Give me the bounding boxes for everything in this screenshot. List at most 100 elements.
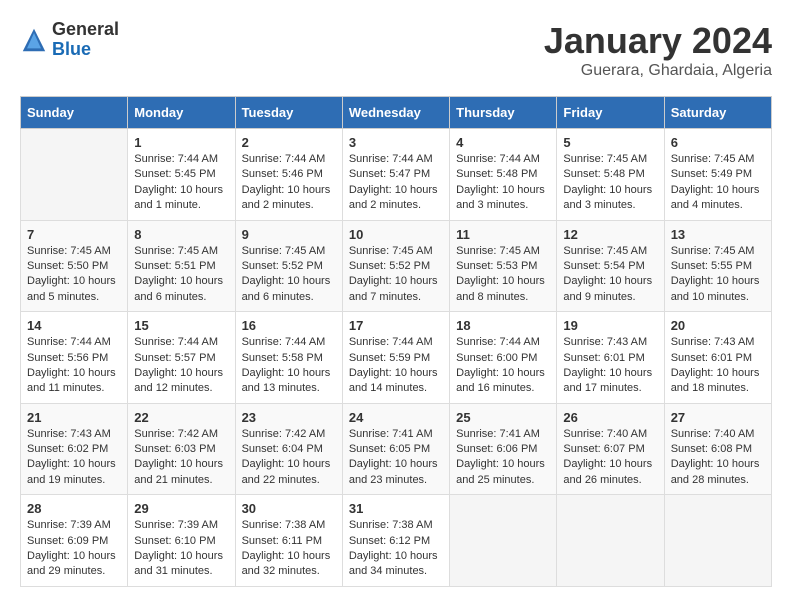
day-info: Sunrise: 7:44 AMSunset: 5:57 PMDaylight:… (134, 335, 228, 397)
day-number: 6 (671, 135, 765, 150)
calendar-week-1: 1Sunrise: 7:44 AMSunset: 5:45 PMDaylight… (21, 129, 772, 221)
day-number: 16 (242, 318, 336, 333)
calendar-cell: 4Sunrise: 7:44 AMSunset: 5:48 PMDaylight… (450, 129, 557, 221)
sunrise-text: Sunrise: 7:45 AM (563, 153, 647, 165)
daylight-text: Daylight: 10 hours and 28 minutes. (671, 458, 760, 485)
day-number: 26 (563, 410, 657, 425)
day-number: 7 (27, 227, 121, 242)
col-header-thursday: Thursday (450, 97, 557, 129)
sunrise-text: Sunrise: 7:45 AM (134, 245, 218, 257)
sunset-text: Sunset: 6:00 PM (456, 352, 537, 364)
day-info: Sunrise: 7:44 AMSunset: 5:56 PMDaylight:… (27, 335, 121, 397)
col-header-tuesday: Tuesday (235, 97, 342, 129)
day-info: Sunrise: 7:45 AM Sunset: 5:53 PM Daylight:… (456, 244, 550, 306)
sunset-text: Sunset: 6:07 PM (563, 443, 644, 455)
sunrise-text: Sunrise: 7:45 AM (456, 245, 540, 257)
calendar-cell: 14Sunrise: 7:44 AMSunset: 5:56 PMDayligh… (21, 312, 128, 404)
daylight-text: Daylight: 10 hours and 18 minutes. (671, 367, 760, 394)
sunset-text: Sunset: 6:06 PM (456, 443, 537, 455)
sunset-text: Sunset: 5:58 PM (242, 352, 323, 364)
calendar-cell: 12Sunrise: 7:45 AMSunset: 5:54 PMDayligh… (557, 220, 664, 312)
calendar-cell (664, 495, 771, 587)
col-header-wednesday: Wednesday (342, 97, 449, 129)
sunrise-text: Sunrise: 7:43 AM (671, 336, 755, 348)
day-number: 10 (349, 227, 443, 242)
day-number: 18 (456, 318, 550, 333)
logo-icon (20, 26, 48, 54)
calendar-week-5: 28Sunrise: 7:39 AMSunset: 6:09 PMDayligh… (21, 495, 772, 587)
daylight-text: Daylight: 10 hours and 3 minutes. (563, 184, 652, 211)
sunset-text: Sunset: 6:12 PM (349, 535, 430, 547)
calendar-cell: 16 Sunrise: 7:44 AMSunset: 5:58 PMDayligh… (235, 312, 342, 404)
calendar-cell: 25Sunrise: 7:41 AMSunset: 6:06 PMDayligh… (450, 403, 557, 495)
location: Guerara, Ghardaia, Algeria (544, 62, 772, 80)
day-info: Sunrise: 7:42 AM Sunset: 6:03 PM Daylight:… (134, 427, 228, 489)
day-info: Sunrise: 7:44 AMSunset: 6:00 PMDaylight:… (456, 335, 550, 397)
day-number: 25 (456, 410, 550, 425)
day-info: Sunrise: 7:43 AMSunset: 6:02 PMDaylight:… (27, 427, 121, 489)
day-info: Sunrise: 7:45 AMSunset: 5:50 PMDaylight:… (27, 244, 121, 306)
daylight-text: Daylight: 10 hours and 16 minutes. (456, 367, 545, 394)
daylight-text: Daylight: 10 hours and 6 minutes. (242, 275, 331, 302)
sunset-text: Sunset: 5:53 PM (456, 260, 537, 272)
calendar-cell: 22Sunrise: 7:42 AMSunset: 6:03 PMDayligh… (128, 403, 235, 495)
sunrise-text: Sunrise: 7:42 AM (242, 428, 326, 440)
calendar-cell: 26 Sunrise: 7:40 AMSunset: 6:07 PMDayligh… (557, 403, 664, 495)
day-info: Sunrise: 7:39 AMSunset: 6:10 PMDaylight:… (134, 518, 228, 580)
day-info: Sunrise: 7:45 AMSunset: 5:52 PMDaylight:… (242, 244, 336, 306)
sunrise-text: Sunrise: 7:39 AM (134, 519, 218, 531)
sunrise-text: Sunrise: 7:38 AM (349, 519, 433, 531)
logo-general: General (52, 20, 119, 40)
logo-text: General Blue (52, 20, 119, 60)
calendar-cell (450, 495, 557, 587)
calendar-cell: 10 Sunrise: 7:45 AMSunset: 5:52 PMDayligh… (342, 220, 449, 312)
day-number: 17 (349, 318, 443, 333)
day-info: Sunrise: 7:44 AMSunset: 5:46 PMDaylight:… (242, 152, 336, 214)
sunrise-text: Sunrise: 7:42 AM (134, 428, 218, 440)
day-info: Sunrise: 7:45 AMSunset: 5:52 PMDaylight:… (349, 244, 443, 306)
sunrise-text: Sunrise: 7:45 AM (242, 245, 326, 257)
sunset-text: Sunset: 6:03 PM (134, 443, 215, 455)
day-info: Sunrise: 7:42 AMSunset: 6:04 PMDaylight:… (242, 427, 336, 489)
daylight-text: Daylight: 10 hours and 29 minutes. (27, 550, 116, 577)
calendar-cell: 24Sunrise: 7:41 AMSunset: 6:05 PMDayligh… (342, 403, 449, 495)
day-info: Sunrise: 7:45 AMSunset: 5:54 PMDaylight:… (563, 244, 657, 306)
daylight-text: Daylight: 10 hours and 1 minute. (134, 184, 223, 211)
col-header-monday: Monday (128, 97, 235, 129)
daylight-text: Daylight: 10 hours and 12 minutes. (134, 367, 223, 394)
calendar-cell: 18 Sunrise: 7:44 AMSunset: 6:00 PMDayligh… (450, 312, 557, 404)
day-info: Sunrise: 7:44 AMSunset: 5:58 PMDaylight:… (242, 335, 336, 397)
day-info: Sunrise: 7:43 AMSunset: 6:01 PMDaylight:… (563, 335, 657, 397)
day-info: Sunrise: 7:40 AMSunset: 6:07 PMDaylight:… (563, 427, 657, 489)
sunset-text: Sunset: 5:57 PM (134, 352, 215, 364)
calendar-cell: 15Sunrise: 7:44 AMSunset: 5:57 PMDayligh… (128, 312, 235, 404)
sunset-text: Sunset: 6:08 PM (671, 443, 752, 455)
day-number: 30 (242, 501, 336, 516)
daylight-text: Daylight: 10 hours and 17 minutes. (563, 367, 652, 394)
daylight-text: Daylight: 10 hours and 8 minutes. (456, 275, 545, 302)
page-header: General Blue January 2024 Guerara, Ghard… (20, 20, 772, 80)
sunrise-text: Sunrise: 7:45 AM (671, 153, 755, 165)
day-number: 28 (27, 501, 121, 516)
daylight-text: Daylight: 10 hours and 13 minutes. (242, 367, 331, 394)
calendar-cell: 23Sunrise: 7:42 AMSunset: 6:04 PMDayligh… (235, 403, 342, 495)
daylight-text: Daylight: 10 hours and 31 minutes. (134, 550, 223, 577)
calendar-week-4: 21Sunrise: 7:43 AMSunset: 6:02 PMDayligh… (21, 403, 772, 495)
calendar-week-2: 7 Sunrise: 7:45 AMSunset: 5:50 PMDaylight… (21, 220, 772, 312)
sunrise-text: Sunrise: 7:45 AM (349, 245, 433, 257)
sunrise-text: Sunrise: 7:38 AM (242, 519, 326, 531)
calendar-cell: 28Sunrise: 7:39 AMSunset: 6:09 PMDayligh… (21, 495, 128, 587)
day-number: 8 (134, 227, 228, 242)
day-number: 5 (563, 135, 657, 150)
daylight-text: Daylight: 10 hours and 21 minutes. (134, 458, 223, 485)
day-info: Sunrise: 7:45 AMSunset: 5:48 PMDaylight:… (563, 152, 657, 214)
calendar-cell: 20Sunrise: 7:43 AMSunset: 6:01 PMDayligh… (664, 312, 771, 404)
calendar-cell: 3Sunrise: 7:44 AMSunset: 5:47 PMDaylight… (342, 129, 449, 221)
sunrise-text: Sunrise: 7:43 AM (27, 428, 111, 440)
col-header-saturday: Saturday (664, 97, 771, 129)
day-info: Sunrise: 7:44 AMSunset: 5:47 PMDaylight:… (349, 152, 443, 214)
day-number: 9 (242, 227, 336, 242)
sunrise-text: Sunrise: 7:41 AM (349, 428, 433, 440)
daylight-text: Daylight: 10 hours and 6 minutes. (134, 275, 223, 302)
sunset-text: Sunset: 5:51 PM (134, 260, 215, 272)
